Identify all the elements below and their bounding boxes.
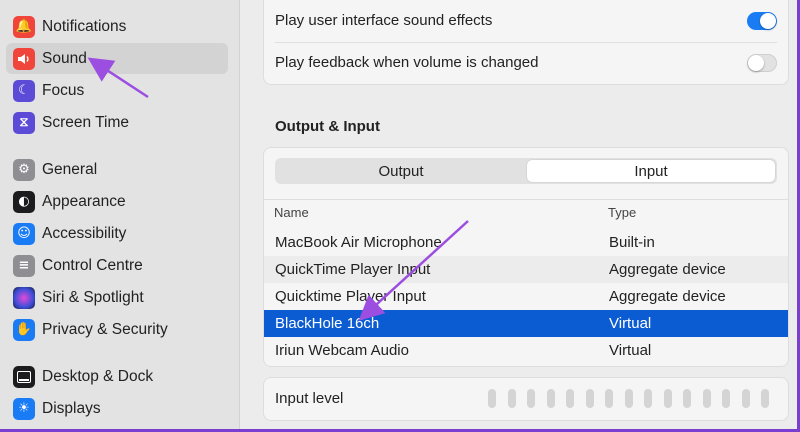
column-header-type[interactable]: Type xyxy=(608,205,636,220)
level-bar xyxy=(644,389,652,408)
device-name: BlackHole 16ch xyxy=(275,315,380,332)
dock-icon xyxy=(13,365,35,388)
input-level-label: Input level xyxy=(275,390,344,407)
sidebar-item-label: Desktop & Dock xyxy=(42,367,154,385)
ui-sounds-label: Play user interface sound effects xyxy=(275,12,493,29)
level-bar xyxy=(605,389,613,408)
appearance-icon: ◐ xyxy=(13,190,35,213)
sidebar-item-label: Privacy & Security xyxy=(42,320,168,338)
sidebar-item-label: Focus xyxy=(42,81,85,99)
sidebar-item-label: Displays xyxy=(42,399,101,417)
device-name: MacBook Air Microphone xyxy=(275,234,442,251)
level-bar xyxy=(683,389,691,408)
control-centre-icon: ≡ xyxy=(13,254,35,277)
speaker-icon xyxy=(13,47,35,70)
sidebar-item-desktop-dock[interactable]: Desktop & Dock xyxy=(6,361,228,392)
section-title: Output & Input xyxy=(275,118,380,135)
ui-sounds-toggle[interactable] xyxy=(747,12,777,30)
sidebar-item-label: Accessibility xyxy=(42,224,127,242)
level-bar xyxy=(585,389,594,408)
accessibility-icon: ☺ xyxy=(13,222,35,245)
sidebar-item-sound[interactable]: Sound xyxy=(6,43,228,74)
sidebar-item-privacy-security[interactable]: ✋ Privacy & Security xyxy=(6,314,228,345)
level-bar xyxy=(527,389,535,408)
sidebar-item-control-centre[interactable]: ≡ Control Centre xyxy=(6,250,228,281)
device-type: Aggregate device xyxy=(609,261,726,278)
sidebar-item-screen-time[interactable]: ⧖ Screen Time xyxy=(6,107,228,138)
level-bar xyxy=(761,389,769,408)
output-input-segmented-control: Output Input xyxy=(275,158,777,184)
sidebar-item-siri-spotlight[interactable]: Siri & Spotlight xyxy=(6,282,228,313)
sidebar: 🔔 Notifications Sound ☾ Focus ⧖ Screen T… xyxy=(0,0,240,429)
table-divider xyxy=(264,199,788,200)
device-type: Aggregate device xyxy=(609,288,726,305)
sidebar-item-appearance[interactable]: ◐ Appearance xyxy=(6,186,228,217)
table-row-selected[interactable]: BlackHole 16ch Virtual xyxy=(264,310,788,337)
level-bar xyxy=(663,389,672,408)
gear-icon: ⚙ xyxy=(13,158,35,181)
volume-feedback-label: Play feedback when volume is changed xyxy=(275,54,539,71)
siri-icon xyxy=(13,286,35,309)
hand-icon: ✋ xyxy=(13,318,35,341)
device-name: QuickTime Player Input xyxy=(275,261,431,278)
sidebar-item-label: General xyxy=(42,160,98,178)
level-bar xyxy=(546,389,555,408)
level-bar xyxy=(741,389,750,408)
level-bar xyxy=(722,389,730,408)
level-bar xyxy=(702,389,711,408)
sidebar-item-general[interactable]: ⚙ General xyxy=(6,154,228,185)
device-name: Iriun Webcam Audio xyxy=(275,342,409,359)
sidebar-item-displays[interactable]: ☀ Displays xyxy=(6,393,228,424)
sidebar-item-label: Screen Time xyxy=(42,113,130,131)
device-type: Virtual xyxy=(609,342,652,359)
table-row[interactable]: Iriun Webcam Audio Virtual xyxy=(264,337,788,364)
settings-window: 🔔 Notifications Sound ☾ Focus ⧖ Screen T… xyxy=(0,0,800,432)
level-bar xyxy=(488,389,496,408)
sound-pane: Play user interface sound effects Play f… xyxy=(241,0,797,429)
sidebar-item-label: Siri & Spotlight xyxy=(42,288,144,306)
moon-icon: ☾ xyxy=(13,79,35,102)
sidebar-item-label: Appearance xyxy=(42,192,126,210)
device-name: Quicktime Player Input xyxy=(275,288,426,305)
column-header-name[interactable]: Name xyxy=(274,205,309,220)
hourglass-icon: ⧖ xyxy=(13,111,35,134)
level-bar xyxy=(566,389,574,408)
sidebar-item-notifications[interactable]: 🔔 Notifications xyxy=(6,11,228,42)
table-row[interactable]: MacBook Air Microphone Built-in xyxy=(264,229,788,256)
tab-output[interactable]: Output xyxy=(277,160,525,182)
sidebar-item-label: Sound xyxy=(42,49,87,67)
table-row[interactable]: QuickTime Player Input Aggregate device xyxy=(264,256,788,283)
volume-feedback-toggle[interactable] xyxy=(747,54,777,72)
table-row[interactable]: Quicktime Player Input Aggregate device xyxy=(264,283,788,310)
sun-icon: ☀ xyxy=(13,397,35,420)
sidebar-item-accessibility[interactable]: ☺ Accessibility xyxy=(6,218,228,249)
tab-input[interactable]: Input xyxy=(527,160,775,182)
bell-icon: 🔔 xyxy=(13,15,35,38)
device-type: Virtual xyxy=(609,315,652,332)
divider xyxy=(275,42,777,43)
sidebar-item-focus[interactable]: ☾ Focus xyxy=(6,75,228,106)
level-bar xyxy=(624,389,633,408)
level-bar xyxy=(507,389,516,408)
sidebar-item-label: Control Centre xyxy=(42,256,143,274)
sidebar-item-label: Notifications xyxy=(42,17,127,35)
device-type: Built-in xyxy=(609,234,655,251)
